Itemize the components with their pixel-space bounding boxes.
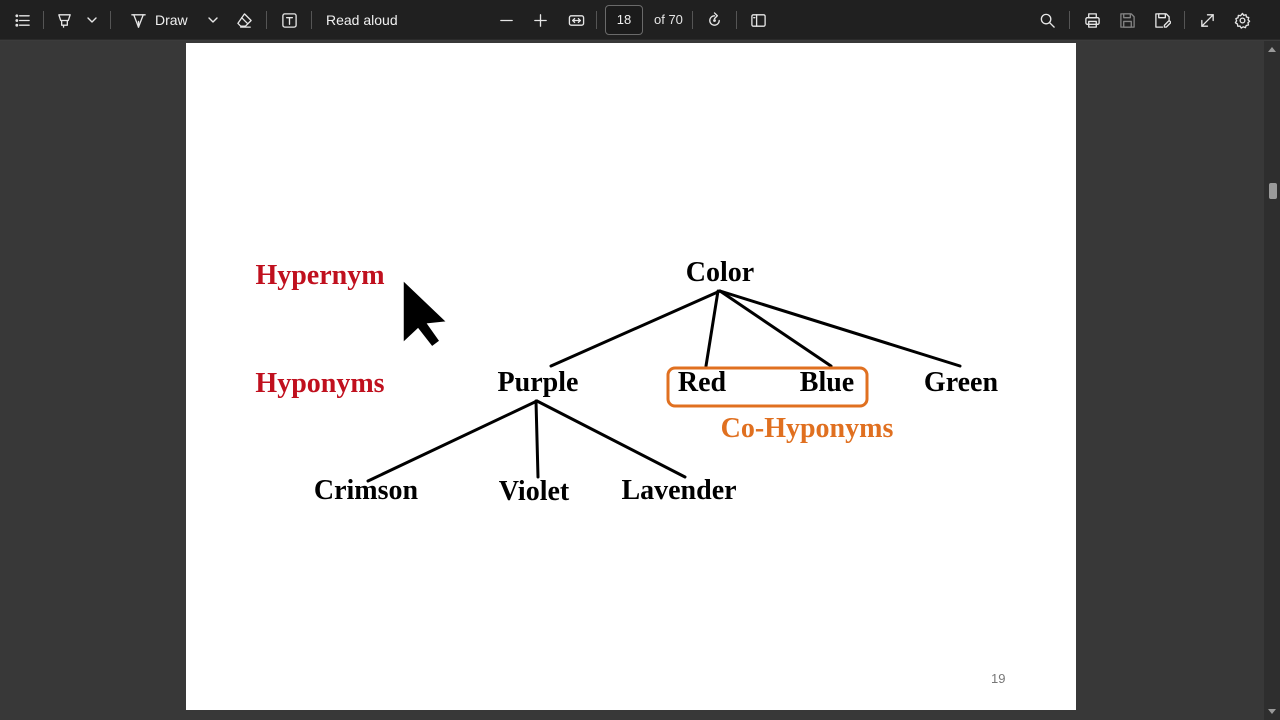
fullscreen-button[interactable] — [1197, 0, 1217, 40]
zoom-in-button[interactable] — [530, 0, 550, 40]
node-violet: Violet — [498, 476, 570, 507]
draw-icon-button[interactable] — [128, 0, 148, 40]
save-as-button[interactable] — [1152, 0, 1172, 40]
vertical-scrollbar[interactable] — [1264, 41, 1280, 720]
text-box-icon — [281, 12, 297, 28]
edge-purple-crimson — [366, 399, 539, 483]
node-blue: Blue — [799, 367, 855, 398]
draw-dropdown[interactable] — [207, 0, 219, 40]
settings-button[interactable] — [1232, 0, 1252, 40]
page-number-input[interactable]: 18 — [605, 5, 643, 35]
contents-button[interactable] — [12, 0, 32, 40]
edge-purple-violet — [534, 399, 540, 479]
tree-edges — [366, 289, 962, 483]
toolbar-divider — [596, 11, 597, 29]
rotate-button[interactable] — [704, 0, 724, 40]
node-crimson: Crimson — [313, 475, 419, 506]
toolbar-divider — [1184, 11, 1185, 29]
node-color: Color — [685, 257, 755, 288]
highlight-dropdown[interactable] — [86, 0, 98, 40]
toolbar-divider — [1069, 11, 1070, 29]
plus-icon — [533, 13, 547, 27]
toolbar-divider — [311, 11, 312, 29]
chevron-down-icon — [87, 17, 97, 23]
fullscreen-icon — [1200, 13, 1214, 27]
pen-icon — [130, 13, 146, 28]
toolbar-divider — [736, 11, 737, 29]
search-button[interactable] — [1037, 0, 1057, 40]
mouse-cursor-icon — [402, 278, 449, 349]
node-red: Red — [677, 367, 727, 398]
hypernym-label: Hypernym — [255, 260, 385, 291]
save-icon — [1119, 12, 1135, 28]
edge-color-purple — [549, 289, 722, 368]
page-view-icon — [750, 13, 766, 27]
co-hyponyms-label: Co-Hyponyms — [720, 413, 894, 444]
gear-icon — [1234, 12, 1250, 29]
page-total: of 70 — [654, 12, 683, 27]
zoom-out-button[interactable] — [496, 0, 516, 40]
highlight-button[interactable] — [54, 0, 74, 40]
add-text-button[interactable] — [279, 0, 299, 40]
scroll-down-arrow-icon[interactable] — [1268, 709, 1276, 714]
slide-page-number: 19 — [991, 671, 1006, 686]
toolbar-divider — [266, 11, 267, 29]
fit-width-icon — [568, 14, 584, 26]
print-button[interactable] — [1082, 0, 1102, 40]
read-aloud-button[interactable]: Read aloud — [326, 0, 398, 40]
node-green: Green — [923, 367, 999, 398]
minus-icon — [499, 19, 513, 21]
node-purple: Purple — [497, 367, 579, 398]
edge-color-blue — [718, 289, 833, 368]
pdf-page: Hypernym Hyponyms Co-Hyponyms Color Purp… — [186, 43, 1076, 710]
page-view-button[interactable] — [748, 0, 768, 40]
edge-purple-lavender — [535, 399, 687, 479]
fit-width-button[interactable] — [566, 0, 586, 40]
save-button[interactable] — [1117, 0, 1137, 40]
rotate-icon — [708, 11, 720, 26]
chevron-down-icon — [208, 17, 218, 23]
eraser-icon — [236, 12, 252, 28]
search-icon — [1040, 13, 1055, 28]
scroll-thumb[interactable] — [1269, 183, 1277, 199]
save-as-icon — [1154, 12, 1171, 28]
node-lavender: Lavender — [621, 475, 737, 506]
print-icon — [1084, 12, 1100, 28]
edge-color-green — [718, 289, 962, 368]
draw-label: Draw — [155, 12, 188, 28]
read-aloud-label: Read aloud — [326, 12, 398, 28]
scroll-up-arrow-icon[interactable] — [1268, 47, 1276, 52]
pdf-toolbar: Draw Read aloud 18 of 70 — [0, 0, 1280, 40]
hyponyms-label: Hyponyms — [255, 368, 385, 399]
edge-color-red — [704, 289, 720, 368]
list-icon — [14, 13, 30, 27]
toolbar-divider — [43, 11, 44, 29]
highlighter-icon — [57, 13, 71, 28]
draw-button[interactable]: Draw — [155, 0, 195, 40]
toolbar-divider — [110, 11, 111, 29]
erase-button[interactable] — [234, 0, 254, 40]
toolbar-divider — [692, 11, 693, 29]
